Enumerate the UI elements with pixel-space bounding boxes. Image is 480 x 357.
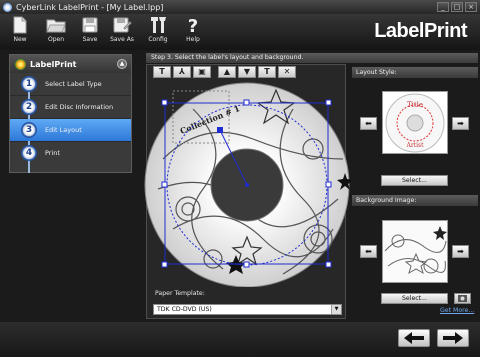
open-button[interactable]: Open	[41, 15, 71, 50]
bring-forward-button[interactable]: ▲	[218, 66, 236, 78]
step-edit-disc-information[interactable]: 2 Edit Disc Information	[10, 96, 131, 118]
background-options-button[interactable]	[454, 293, 471, 304]
tools-icon	[151, 17, 166, 33]
send-backward-button[interactable]: ▼	[238, 66, 256, 78]
collapse-icon[interactable]: ▲	[117, 59, 127, 69]
text-properties-button[interactable]: T	[258, 66, 276, 78]
step-instruction: Step 3. Select the label's layout and ba…	[146, 53, 478, 63]
layout-next-button[interactable]: ➡	[452, 117, 469, 130]
config-button-label: Config	[148, 36, 168, 43]
insert-image-button[interactable]: ▣	[193, 66, 211, 78]
layout-style-preview[interactable]: Title Artist	[382, 91, 448, 154]
preview-artist-text: Artist	[405, 142, 424, 149]
step-print[interactable]: 4 Print	[10, 142, 131, 164]
get-more-link[interactable]: Get More...	[440, 307, 474, 314]
step-number-badge: 1	[21, 76, 37, 92]
preview-title-text: Title	[407, 101, 423, 109]
rotation-handle[interactable]	[217, 127, 223, 133]
save-as-icon	[113, 17, 132, 33]
step-number-badge: 4	[21, 145, 37, 161]
paper-template-label: Paper Template:	[155, 290, 205, 297]
config-button[interactable]: Config	[143, 15, 173, 50]
chevron-down-icon[interactable]: ▼	[331, 305, 341, 314]
back-button[interactable]	[398, 329, 430, 347]
step-label: Print	[45, 149, 60, 157]
step-select-label-type[interactable]: 1 Select Label Type	[10, 73, 131, 95]
open-folder-icon	[46, 19, 66, 33]
background-image-preview[interactable]	[382, 220, 448, 283]
background-thumbnail	[383, 221, 447, 282]
layout-prev-button[interactable]: ⬅	[360, 117, 377, 130]
step-number-badge: 2	[21, 99, 37, 115]
paper-template-value: TDK CD-DVD (US)	[157, 306, 212, 313]
step-label: Select Label Type	[45, 80, 102, 88]
new-button-label: New	[13, 36, 27, 43]
step-label: Edit Layout	[45, 126, 82, 134]
window-controls: _ □ ×	[437, 2, 477, 12]
app-disc-icon	[3, 2, 12, 12]
labelprint-logo-icon	[15, 58, 26, 70]
window-title: CyberLink LabelPrint - [My Label.lpp]	[16, 2, 164, 12]
step-label: Edit Disc Information	[45, 103, 114, 111]
new-button[interactable]: New	[5, 15, 35, 50]
insert-text-button[interactable]: T	[153, 66, 171, 78]
insert-curved-text-button[interactable]: ⅄	[173, 66, 191, 78]
background-next-button[interactable]: ➡	[452, 245, 469, 258]
minimize-button[interactable]: _	[437, 2, 449, 12]
maximize-button[interactable]: □	[451, 2, 463, 12]
background-prev-button[interactable]: ⬅	[360, 245, 377, 258]
steps-panel-header: LabelPrint ▲	[10, 55, 131, 73]
step-number-badge: 3	[21, 122, 37, 138]
arrow-right-icon	[443, 332, 463, 344]
disc-label-canvas[interactable]: Collection # 1	[143, 79, 351, 287]
help-icon: ?	[188, 16, 198, 34]
save-as-button-label: Save As	[110, 36, 134, 43]
center-point	[245, 183, 249, 187]
layout-select-button[interactable]: Select...	[381, 175, 448, 186]
layout-toolbar: T ⅄ ▣ ▲ ▼ T ✕	[153, 66, 296, 78]
title-bar: CyberLink LabelPrint - [My Label.lpp] _ …	[0, 0, 480, 14]
close-button[interactable]: ×	[465, 2, 477, 12]
step-edit-layout[interactable]: 3 Edit Layout	[10, 119, 131, 141]
image-settings-icon	[458, 295, 467, 302]
steps-panel: LabelPrint ▲ 1 Select Label Type 2 Edit …	[9, 54, 132, 173]
main-toolbar: New Open Save Save As Config ? Help Labe…	[0, 14, 480, 50]
delete-object-button[interactable]: ✕	[278, 66, 296, 78]
background-select-button[interactable]: Select...	[381, 293, 448, 304]
help-button-label: Help	[186, 36, 200, 43]
open-button-label: Open	[47, 36, 65, 43]
save-button[interactable]: Save	[75, 15, 105, 50]
layout-preview-disc: Title Artist	[385, 93, 445, 153]
steps-panel-title: LabelPrint	[30, 59, 77, 69]
arrow-left-icon	[404, 332, 424, 344]
new-document-icon	[13, 16, 27, 34]
help-button[interactable]: ? Help	[178, 15, 208, 50]
brand-logo: LabelPrint	[374, 20, 467, 42]
next-button[interactable]	[437, 329, 469, 347]
save-as-button[interactable]: Save As	[107, 15, 137, 50]
save-icon	[82, 17, 98, 33]
background-image-header: Background Image:	[352, 195, 478, 206]
layout-style-header: Layout Style:	[352, 67, 478, 78]
svg-text:?: ?	[188, 16, 198, 34]
paper-template-dropdown[interactable]: TDK CD-DVD (US) ▼	[153, 304, 342, 315]
save-button-label: Save	[82, 36, 98, 43]
